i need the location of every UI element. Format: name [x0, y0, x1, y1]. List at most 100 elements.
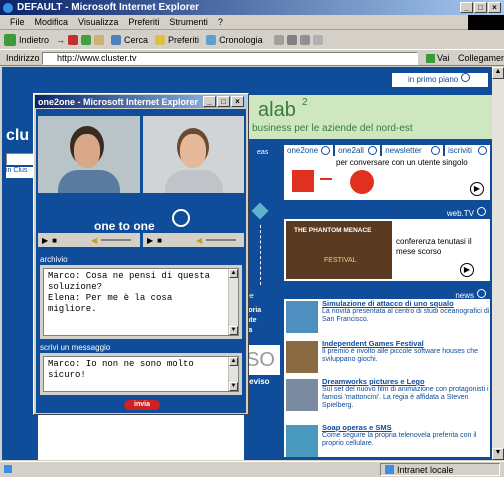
tab-iscriviti-label: iscriviti — [447, 146, 472, 155]
browser-scrollbar[interactable]: ▲ ▼ — [492, 67, 504, 460]
back-arrow-icon — [4, 34, 16, 46]
maximize-button[interactable]: □ — [474, 2, 487, 13]
news-title[interactable]: Independent Games Festival — [322, 339, 424, 348]
search-button[interactable]: Cerca — [124, 35, 148, 45]
dashed-line — [260, 225, 261, 285]
volume-icon: ◀ — [91, 235, 98, 245]
in-primo-piano[interactable]: in primo piano — [392, 73, 488, 87]
user-circle-icon[interactable] — [350, 170, 374, 194]
volume-slider[interactable] — [206, 239, 237, 241]
shark-thumbnail — [286, 301, 318, 333]
message-textarea[interactable]: Marco: Io non ne sono molto sicuro! ▲ ▼ — [43, 356, 239, 392]
menu-visualizza[interactable]: Visualizza — [78, 17, 118, 27]
person-face — [180, 134, 206, 168]
webtv-header: web.TV — [284, 207, 490, 218]
play-button[interactable]: ▶ — [42, 236, 48, 245]
discuss-icon[interactable] — [312, 35, 323, 45]
home-icon[interactable] — [94, 35, 105, 45]
menu-preferiti[interactable]: Preferiti — [128, 17, 159, 27]
webtv-thumbnail[interactable]: THE PHANTOM MENACE FESTIVAL — [286, 221, 392, 279]
webtv-play-button[interactable]: ▶ — [460, 263, 474, 277]
scrivi-frame: Marco: Io non ne sono molto sicuro! ▲ ▼ — [40, 353, 242, 395]
clock-icon — [461, 73, 471, 82]
video-marco — [38, 116, 140, 193]
scroll-down-arrow[interactable]: ▼ — [229, 382, 238, 391]
play-button[interactable]: ▶ — [147, 236, 153, 245]
history-icon — [206, 35, 217, 45]
minimize-button[interactable]: _ — [460, 2, 473, 13]
go-button[interactable]: Vai — [426, 53, 449, 63]
menu-help[interactable]: ? — [218, 17, 223, 27]
news-title[interactable]: Soap operas e SMS — [322, 423, 392, 432]
scroll-down-arrow[interactable]: ▼ — [229, 326, 238, 335]
scroll-down-arrow[interactable]: ▼ — [492, 448, 504, 460]
archivio-frame: Marco: Cosa ne pensi di questa soluzione… — [40, 265, 242, 339]
menu-strumenti[interactable]: Strumenti — [169, 17, 208, 27]
news-item[interactable]: Dreamworks pictures e Lego Sul set del n… — [284, 377, 492, 415]
scroll-up-arrow[interactable]: ▲ — [229, 269, 238, 278]
favorites-icon — [155, 35, 166, 45]
news-item[interactable]: Simulazione di attacco di uno squalo La … — [284, 299, 492, 337]
user-square-icon — [292, 170, 314, 192]
clock-icon — [321, 146, 331, 155]
address-label: Indirizzo — [6, 53, 40, 63]
news-item[interactable]: Independent Games Festival Il premio è r… — [284, 339, 492, 377]
archivio-textarea[interactable]: Marco: Cosa ne pensi di questa soluzione… — [43, 268, 239, 336]
volume-slider[interactable] — [101, 239, 132, 241]
edit-icon[interactable] — [299, 35, 310, 45]
clock-icon — [368, 146, 378, 155]
news-item[interactable]: Soap operas e SMS Come seguire la propri… — [284, 423, 492, 460]
menu-bar: File Modifica Visualizza Preferiti Strum… — [0, 15, 504, 30]
popup-close-button[interactable]: × — [231, 96, 244, 107]
news-title[interactable]: Simulazione di attacco di uno squalo — [322, 299, 454, 308]
tab-newsletter-label: newsletter — [385, 146, 422, 155]
print-icon[interactable] — [286, 35, 297, 45]
clock-icon — [477, 207, 486, 216]
forward-button[interactable]: → — [56, 35, 65, 45]
tab-one2all[interactable]: one2all — [335, 145, 381, 156]
browser-title: DEFAULT - Microsoft Internet Explorer — [17, 2, 200, 13]
back-button[interactable]: Indietro — [19, 35, 49, 45]
stop-button[interactable]: ■ — [52, 236, 57, 245]
left-field: in Clus — [6, 167, 36, 178]
left-search-input[interactable] — [6, 153, 36, 165]
search-icon — [111, 35, 122, 45]
tab-iscriviti[interactable]: iscriviti — [444, 145, 491, 156]
address-value: http://www.cluster.tv — [57, 53, 137, 63]
close-button[interactable]: × — [488, 2, 501, 13]
tab-newsletter[interactable]: newsletter — [382, 145, 443, 156]
popup-body: one to one ▶ ■ ◀ ▶ ■ ◀ archivio Marco: C… — [36, 109, 246, 413]
archivio-scrollbar[interactable]: ▲ ▼ — [228, 269, 238, 335]
scroll-up-arrow[interactable]: ▲ — [229, 357, 238, 366]
stop-icon[interactable] — [68, 35, 79, 45]
person-face — [74, 134, 100, 168]
send-button[interactable]: invia — [124, 400, 160, 410]
history-button[interactable]: Cronologia — [219, 35, 263, 45]
message-scrollbar[interactable]: ▲ ▼ — [228, 357, 238, 391]
scroll-up-arrow[interactable]: ▲ — [492, 67, 504, 79]
popup-titlebar: one2one - Microsoft Internet Explorer _ … — [35, 95, 247, 108]
left-text6: reviso — [246, 377, 270, 386]
banner: alab 2 business per le aziende del nord-… — [244, 95, 492, 139]
tab-one2one[interactable]: one2one — [284, 145, 334, 156]
links-button[interactable]: Collegamenti — [458, 53, 504, 63]
menu-modifica[interactable]: Modifica — [35, 17, 69, 27]
ie-icon — [3, 2, 13, 13]
play-button[interactable]: ▶ — [470, 182, 484, 196]
news-list: Simulazione di attacco di uno squalo La … — [284, 299, 490, 457]
refresh-icon[interactable] — [81, 35, 92, 45]
person-shirt — [58, 170, 120, 193]
tab-one2one-label: one2one — [287, 146, 319, 155]
popup-maximize-button[interactable]: □ — [217, 96, 230, 107]
news-desc: Sul set del nuovo film di animazione con… — [322, 386, 489, 409]
popup-minimize-button[interactable]: _ — [203, 96, 216, 107]
left-logo-box: SO — [244, 345, 280, 375]
menu-file[interactable]: File — [10, 17, 25, 27]
sms-thumbnail — [286, 425, 318, 457]
address-input[interactable]: http://www.cluster.tv — [42, 52, 418, 65]
favorites-button[interactable]: Preferiti — [168, 35, 199, 45]
stop-button[interactable]: ■ — [157, 236, 162, 245]
left-text5: SO — [246, 349, 275, 371]
mail-icon[interactable] — [273, 35, 284, 45]
news-title[interactable]: Dreamworks pictures e Lego — [322, 377, 425, 386]
